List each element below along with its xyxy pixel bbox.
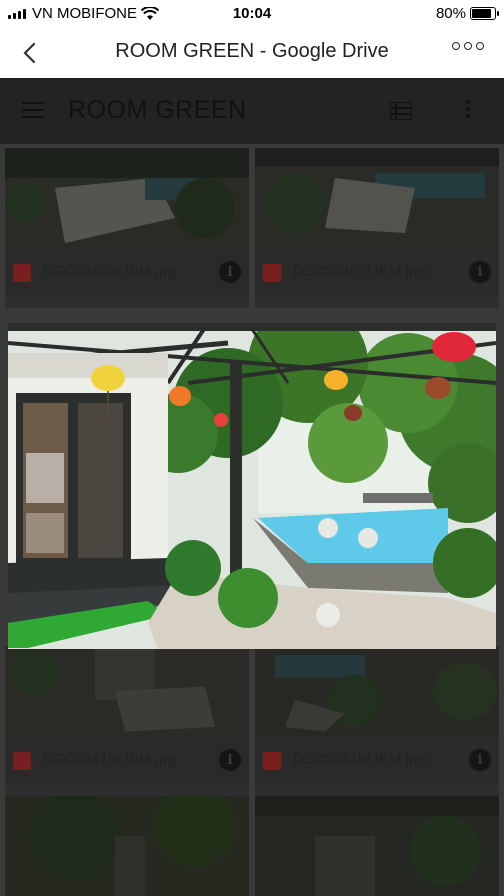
clock: 10:04: [232, 5, 272, 22]
file-name: DSC02407LIEM.jpg: [293, 263, 426, 280]
info-icon[interactable]: i: [219, 749, 241, 771]
file-meta: DSC02405LIEM.jpg i: [5, 248, 249, 296]
file-tile[interactable]: DSC02405LIEM.jpg i: [5, 148, 249, 308]
file-tile[interactable]: DSC02407LIEM.jpg i: [255, 148, 499, 308]
file-tile[interactable]: [5, 796, 249, 896]
browser-header: ROOM GREEN - Google Drive: [0, 28, 504, 79]
file-thumbnail: [255, 148, 499, 248]
file-name: DSC02418LIEM.jpg: [293, 751, 426, 768]
page-title: ROOM GREEN - Google Drive: [115, 40, 389, 62]
battery-icon: [470, 7, 499, 20]
info-icon[interactable]: i: [469, 749, 491, 771]
file-thumbnail: [5, 646, 249, 736]
battery-group: 80%: [435, 5, 499, 22]
image-file-icon: [13, 264, 31, 282]
file-meta: DSC02418LIEM.jpg i: [255, 736, 499, 784]
file-name: DSC02415LIEM.jpg: [43, 751, 176, 768]
list-view-icon[interactable]: [390, 102, 412, 120]
file-tile[interactable]: DSC02418LIEM.jpg i: [255, 646, 499, 816]
file-meta: DSC02415LIEM.jpg i: [5, 736, 249, 784]
photo-preview[interactable]: [8, 323, 496, 649]
file-tile[interactable]: [255, 796, 499, 896]
image-file-icon: [13, 752, 31, 770]
file-name: DSC02405LIEM.jpg: [43, 263, 176, 280]
more-vertical-icon[interactable]: [466, 100, 470, 121]
file-thumbnail: [255, 646, 499, 736]
image-file-icon: [263, 264, 281, 282]
chevron-left-icon[interactable]: [16, 38, 46, 68]
folder-title: ROOM GREEN: [68, 96, 247, 124]
info-icon[interactable]: i: [219, 261, 241, 283]
status-bar: VN MOBIFONE 10:04 80%: [0, 0, 504, 28]
battery-percent: 80%: [435, 5, 466, 22]
image-file-icon: [263, 752, 281, 770]
hamburger-menu-icon[interactable]: [22, 102, 44, 123]
file-thumbnail: [5, 796, 249, 896]
file-meta: DSC02407LIEM.jpg i: [255, 248, 499, 296]
drive-app-bar: ROOM GREEN: [0, 78, 504, 144]
file-thumbnail: [5, 148, 249, 248]
file-tile[interactable]: DSC02415LIEM.jpg i: [5, 646, 249, 816]
info-icon[interactable]: i: [469, 261, 491, 283]
file-thumbnail: [255, 796, 499, 896]
more-horizontal-icon[interactable]: [452, 42, 484, 50]
